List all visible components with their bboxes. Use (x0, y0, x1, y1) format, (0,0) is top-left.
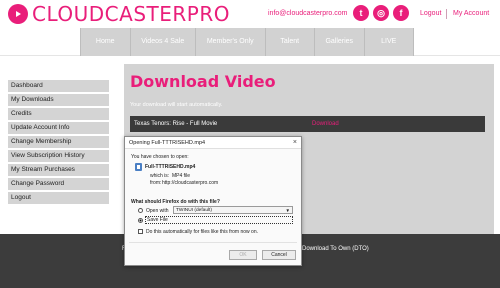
sidebar-item-change-membership[interactable]: Change Membership (8, 136, 109, 148)
instagram-icon[interactable]: ◎ (373, 5, 389, 21)
logout-link[interactable]: Logout (420, 10, 441, 17)
file-name: Full-TTTRISEHD.mp4 (145, 164, 196, 170)
sidebar-item-change-password[interactable]: Change Password (8, 178, 109, 190)
save-file-option[interactable]: Save File (145, 216, 293, 224)
dialog-question: What should Firefox do with this file? (131, 199, 220, 205)
facebook-icon[interactable]: f (393, 5, 409, 21)
download-row: Texas Tenors: Rise - Full Movie Download (130, 116, 485, 132)
main-nav-bar: Home Videos 4 Sale Member's Only Talent … (0, 28, 500, 56)
chevron-down-icon: ▼ (285, 208, 290, 213)
dialog-titlebar: Opening Full-TTTRISEHD.mp4 × (125, 137, 301, 149)
dialog-title: Opening Full-TTTRISEHD.mp4 (129, 140, 206, 146)
nav-live[interactable]: LIVE (365, 28, 414, 56)
twitter-icon[interactable]: t (353, 5, 369, 21)
dialog-body: You have chosen to open: Full-TTTRISEHD.… (125, 149, 301, 266)
sidebar-item-my-downloads[interactable]: My Downloads (8, 94, 109, 106)
open-with-radio[interactable] (138, 208, 143, 213)
sidebar-item-credits[interactable]: Credits (8, 108, 109, 120)
header-divider (446, 9, 447, 19)
open-with-value: TWINUI (default) (176, 208, 212, 213)
my-account-link[interactable]: My Account (453, 10, 489, 17)
logo[interactable]: CLOUDCASTERPRO (8, 2, 230, 26)
nav-home[interactable]: Home (80, 28, 131, 56)
nav-videos-4-sale[interactable]: Videos 4 Sale (131, 28, 196, 56)
open-with-label[interactable]: Open with (146, 208, 169, 214)
close-icon[interactable]: × (293, 137, 297, 149)
auto-action-label[interactable]: Do this automatically for files like thi… (146, 229, 258, 235)
ok-button[interactable]: OK (229, 250, 257, 260)
cancel-button[interactable]: Cancel (262, 250, 296, 260)
open-with-select[interactable]: TWINUI (default) ▼ (173, 206, 293, 214)
main-nav: Home Videos 4 Sale Member's Only Talent … (80, 28, 414, 56)
file-source-value: http://cloudcasterpro.com (162, 180, 219, 186)
download-link[interactable]: Download (312, 121, 339, 127)
dialog-divider (129, 242, 297, 243)
file-type-value: MP4 file (172, 173, 191, 179)
file-source-label: from: (150, 180, 162, 186)
file-icon (135, 163, 142, 171)
save-file-radio[interactable] (138, 218, 143, 223)
file-open-dialog: Opening Full-TTTRISEHD.mp4 × You have ch… (124, 136, 302, 266)
nav-talent[interactable]: Talent (266, 28, 315, 56)
file-type-label: which is: (150, 173, 170, 179)
nav-members-only[interactable]: Member's Only (196, 28, 266, 56)
email-link[interactable]: info@cloudcasterpro.com (268, 10, 347, 17)
save-file-label: Save File (147, 217, 168, 223)
sidebar-item-subscription-history[interactable]: View Subscription History (8, 150, 109, 162)
logo-suffix: PRO (186, 2, 230, 26)
play-icon (8, 4, 28, 24)
auto-action-checkbox[interactable] (138, 229, 143, 234)
sidebar-item-logout[interactable]: Logout (8, 192, 109, 204)
logo-name: CLOUDCASTER (32, 2, 187, 26)
logo-text: CLOUDCASTERPRO (32, 2, 230, 26)
video-title: Texas Tenors: Rise - Full Movie (134, 121, 218, 127)
sidebar-item-stream-purchases[interactable]: My Stream Purchases (8, 164, 109, 176)
dialog-intro: You have chosen to open: (131, 154, 189, 160)
file-info-row: Full-TTTRISEHD.mp4 (135, 163, 195, 171)
footer-dto-link[interactable]: Download To Own (DTO) (302, 246, 369, 252)
account-sidebar: Dashboard My Downloads Credits Update Ac… (8, 80, 109, 206)
page-title: Download Video (130, 72, 276, 91)
nav-galleries[interactable]: Galleries (315, 28, 365, 56)
sidebar-item-update-account-info[interactable]: Update Account Info (8, 122, 109, 134)
sidebar-item-dashboard[interactable]: Dashboard (8, 80, 109, 92)
page-subtitle: Your download will start automatically. (130, 102, 223, 108)
site-header: CLOUDCASTERPRO info@cloudcasterpro.com t… (0, 0, 500, 28)
